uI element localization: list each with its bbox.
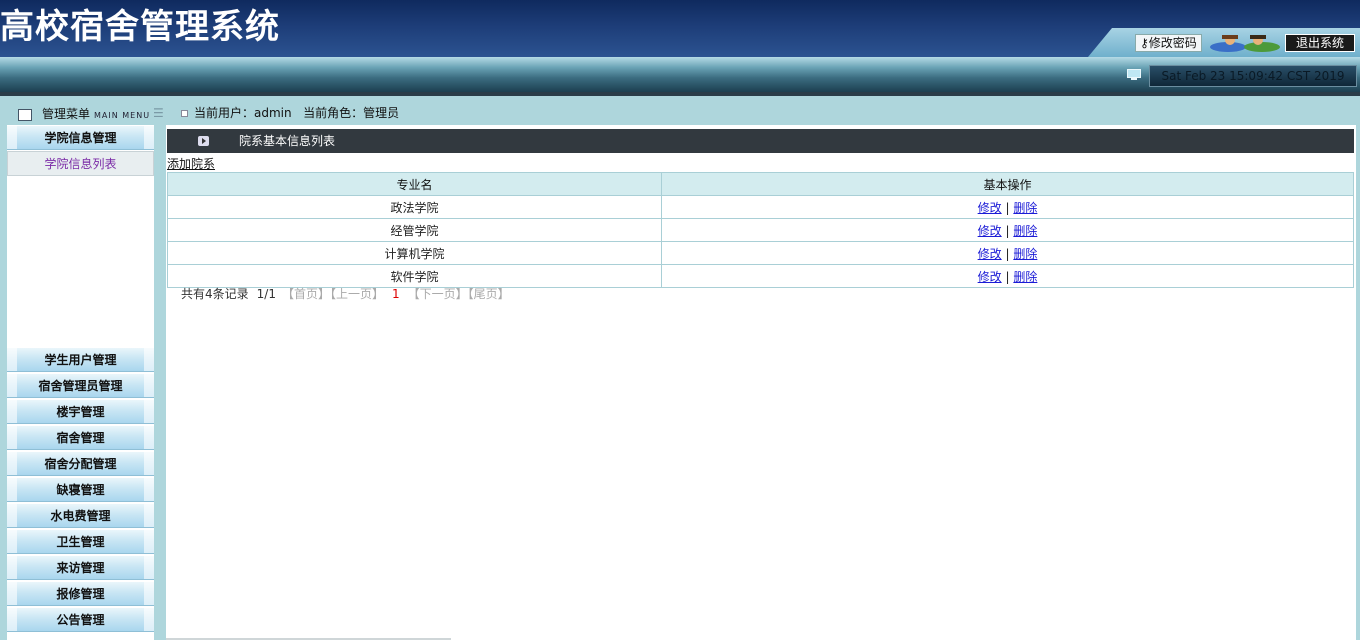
menu-icon — [18, 108, 32, 121]
table-header-row: 专业名 基本操作 — [167, 172, 1354, 196]
monitor-icon — [1127, 69, 1141, 80]
content-title-bar: 院系基本信息列表 — [167, 129, 1354, 153]
add-department-link[interactable]: 添加院系 — [167, 157, 215, 171]
sidebar-group-dorm-managers[interactable]: 宿舍管理员管理 — [7, 374, 154, 398]
key-icon: ⚷ — [1140, 36, 1149, 50]
page-indicator: 1/1 — [256, 287, 276, 301]
divider — [0, 92, 1360, 96]
delete-link[interactable]: 删除 — [1013, 247, 1037, 261]
sidebar-group-hygiene[interactable]: 卫生管理 — [7, 530, 154, 554]
datetime-bar: Sat Feb 23 15:09:42 CST 2019 — [0, 57, 1360, 92]
current-page: 1 — [391, 287, 400, 301]
delete-link[interactable]: 删除 — [1013, 201, 1037, 215]
delete-link[interactable]: 删除 — [1013, 270, 1037, 284]
users-icon — [1210, 35, 1280, 52]
row-actions: 修改 | 删除 — [661, 241, 1354, 265]
column-header-actions: 基本操作 — [661, 172, 1354, 196]
last-page-link[interactable]: 【尾页】 — [468, 287, 510, 301]
sidebar-group-students[interactable]: 学生用户管理 — [7, 348, 154, 372]
column-header-name: 专业名 — [167, 172, 662, 196]
sidebar-group-utilities[interactable]: 水电费管理 — [7, 504, 154, 528]
edit-link[interactable]: 修改 — [978, 201, 1002, 215]
table-row: 软件学院 修改 | 删除 — [167, 264, 1354, 288]
sidebar-group-repairs[interactable]: 报修管理 — [7, 582, 154, 606]
record-count: 共有4条记录 — [181, 287, 249, 301]
sidebar-group-college[interactable]: 学院信息管理 — [7, 126, 154, 150]
department-name: 计算机学院 — [167, 241, 662, 265]
next-page-link[interactable]: 【下一页】 — [408, 287, 468, 301]
row-actions: 修改 | 删除 — [661, 218, 1354, 242]
play-icon — [198, 136, 209, 146]
list-icon: ☰ — [153, 106, 164, 120]
current-user-info: 当前用户：admin 当前角色：管理员 — [181, 105, 399, 121]
table-row: 经管学院 修改 | 删除 — [167, 218, 1354, 242]
sidebar-group-notices[interactable]: 公告管理 — [7, 608, 154, 632]
department-table: 专业名 基本操作 政法学院 修改 | 删除 经管学院 修改 | 删除 计算机学院… — [167, 172, 1354, 288]
sidebar-group-dorms[interactable]: 宿舍管理 — [7, 426, 154, 450]
row-actions: 修改 | 删除 — [661, 195, 1354, 219]
delete-link[interactable]: 删除 — [1013, 224, 1037, 238]
sidebar-group-absence[interactable]: 缺寝管理 — [7, 478, 154, 502]
table-row: 政法学院 修改 | 删除 — [167, 195, 1354, 219]
department-name: 政法学院 — [167, 195, 662, 219]
sidebar-group-buildings[interactable]: 楼宇管理 — [7, 400, 154, 424]
sidebar-item-college-list[interactable]: 学院信息列表 — [7, 151, 154, 176]
department-name: 软件学院 — [167, 264, 662, 288]
edit-link[interactable]: 修改 — [978, 247, 1002, 261]
pagination: 共有4条记录 1/1 【首页】【上一页】 1 【下一页】【尾页】 — [181, 286, 518, 302]
row-actions: 修改 | 删除 — [661, 264, 1354, 288]
prev-page-link[interactable]: 【上一页】 — [330, 287, 384, 301]
bullet-icon — [181, 110, 188, 117]
change-password-button[interactable]: ⚷修改密码 — [1135, 34, 1202, 52]
edit-link[interactable]: 修改 — [978, 270, 1002, 284]
table-row: 计算机学院 修改 | 删除 — [167, 241, 1354, 265]
sidebar-group-dorm-allocation[interactable]: 宿舍分配管理 — [7, 452, 154, 476]
department-name: 经管学院 — [167, 218, 662, 242]
app-title: 高校宿舍管理系统 — [0, 7, 280, 47]
datetime-display: Sat Feb 23 15:09:42 CST 2019 — [1149, 65, 1357, 87]
first-page-link[interactable]: 【首页】 — [282, 287, 330, 301]
sidebar-group-visitors[interactable]: 来访管理 — [7, 556, 154, 580]
edit-link[interactable]: 修改 — [978, 224, 1002, 238]
page-title: 院系基本信息列表 — [239, 134, 336, 148]
menu-header: 管理菜单 MAIN MENU — [18, 106, 150, 122]
logout-button[interactable]: 退出系统 — [1285, 34, 1355, 52]
